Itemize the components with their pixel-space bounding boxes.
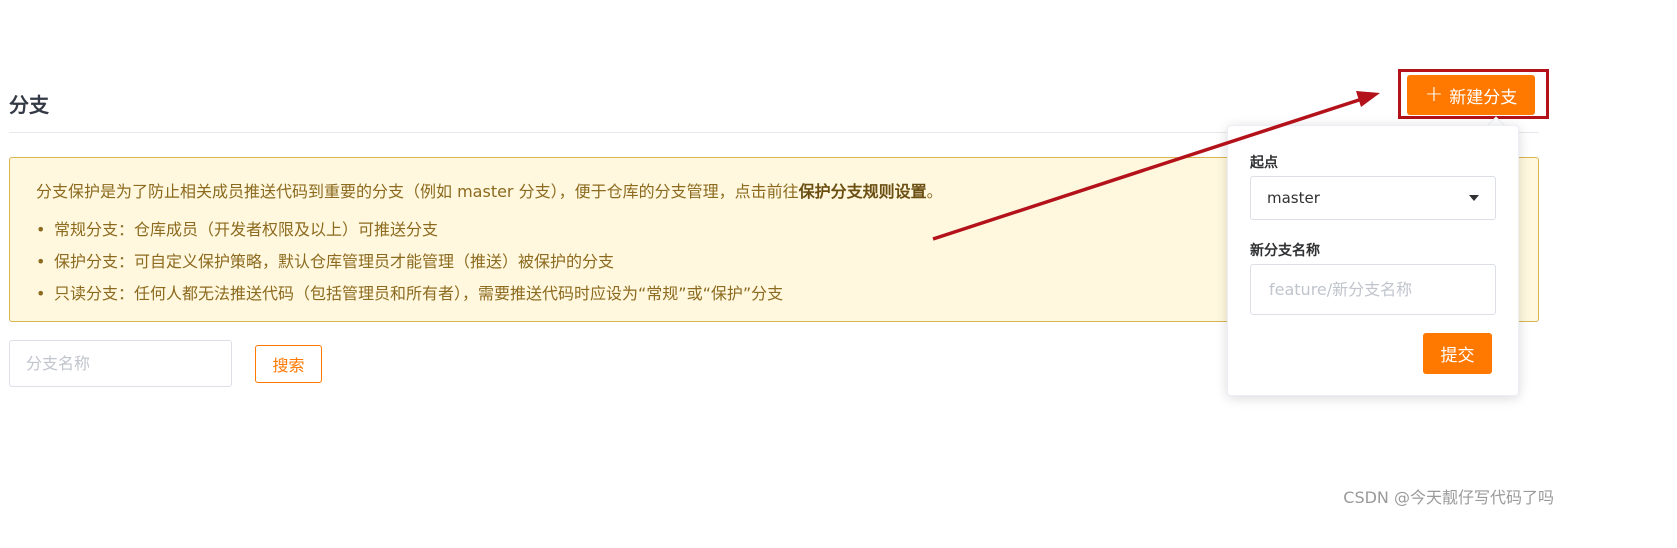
- list-item: • 只读分支：任何人都无法推送代码（包括管理员和所有者），需要推送代码时应设为“常…: [36, 282, 783, 314]
- bullet-icon: •: [36, 220, 46, 239]
- notice-item-text: 只读分支：任何人都无法推送代码（包括管理员和所有者），需要推送代码时应设为“常规…: [54, 284, 784, 303]
- notice-intro: 分支保护是为了防止相关成员推送代码到重要的分支（例如 master 分支），便于…: [36, 178, 943, 202]
- notice-intro-end: 。: [926, 182, 943, 201]
- notice-intro-text: 分支保护是为了防止相关成员推送代码到重要的分支（例如 master 分支），便于…: [36, 182, 799, 201]
- origin-select-value: master: [1267, 189, 1320, 207]
- notice-list: • 常规分支：仓库成员（开发者权限及以上）可推送分支 • 保护分支：可自定义保护策略…: [36, 218, 783, 314]
- origin-select[interactable]: master: [1250, 176, 1496, 220]
- caret-down-icon: [1469, 195, 1479, 201]
- bullet-icon: •: [36, 252, 46, 271]
- origin-label: 起点: [1250, 155, 1278, 171]
- watermark: CSDN @今天靓仔写代码了吗: [1343, 488, 1554, 507]
- branch-search-input[interactable]: [9, 340, 232, 387]
- submit-button[interactable]: 提交: [1423, 333, 1492, 374]
- annotation-arrow-head: [1356, 91, 1380, 107]
- new-branch-name-label: 新分支名称: [1250, 243, 1320, 259]
- new-branch-popover: 起点 master 新分支名称 提交: [1227, 125, 1519, 396]
- notice-item-text: 保护分支：可自定义保护策略，默认仓库管理员才能管理（推送）被保护的分支: [54, 252, 615, 271]
- page-title: 分支: [9, 93, 49, 117]
- list-item: • 常规分支：仓库成员（开发者权限及以上）可推送分支: [36, 218, 783, 250]
- list-item: • 保护分支：可自定义保护策略，默认仓库管理员才能管理（推送）被保护的分支: [36, 250, 783, 282]
- annotation-highlight-box: [1398, 69, 1549, 119]
- new-branch-name-input[interactable]: [1250, 264, 1496, 315]
- protection-rules-link[interactable]: 保护分支规则设置: [799, 182, 927, 201]
- search-button[interactable]: 搜索: [255, 345, 322, 383]
- bullet-icon: •: [36, 284, 46, 303]
- notice-item-text: 常规分支：仓库成员（开发者权限及以上）可推送分支: [54, 220, 439, 239]
